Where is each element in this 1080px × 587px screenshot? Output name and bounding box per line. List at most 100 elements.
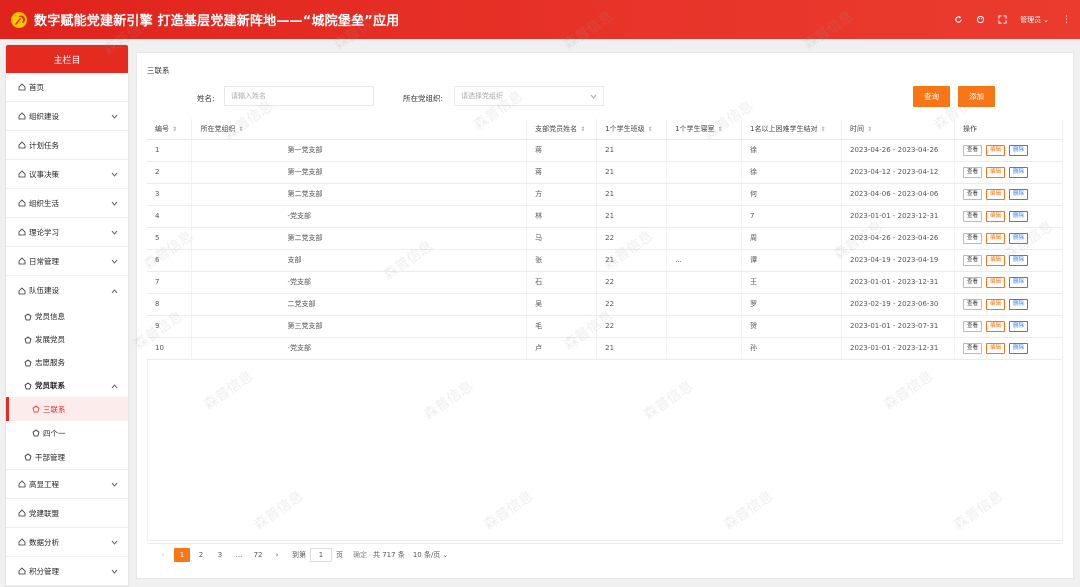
edit-button[interactable]: 编辑: [986, 298, 1006, 310]
sidebar-afteritem-4[interactable]: 积分管理: [6, 557, 128, 586]
sidebar-afteritem-2[interactable]: 党建联盟: [6, 499, 128, 528]
chevron-down-icon: [110, 170, 119, 179]
sort-icon[interactable]: ⇕: [718, 126, 723, 133]
sidebar-afteritem-0[interactable]: 干部管理: [6, 445, 128, 470]
sidebar-subitem-0[interactable]: 党员信息: [6, 305, 128, 328]
sidebar-subitem-1[interactable]: 发展党员: [6, 328, 128, 351]
sidebar-subsubitem-0[interactable]: 三联系: [6, 397, 128, 421]
page-number[interactable]: 72: [250, 548, 266, 562]
nav-label: 干部管理: [35, 452, 65, 462]
column-header[interactable]: 1名以上困难学生结对 ⇕: [741, 119, 843, 140]
delete-button[interactable]: 删除: [1009, 342, 1029, 354]
delete-button[interactable]: 删除: [1009, 298, 1029, 310]
page-number[interactable]: 2: [193, 548, 209, 562]
edit-button[interactable]: 编辑: [986, 320, 1006, 332]
add-button[interactable]: 添加: [958, 86, 995, 107]
cell-actions: 查看 编辑 删除: [954, 161, 1064, 184]
sidebar-item-2[interactable]: 计划任务: [6, 131, 128, 160]
column-header[interactable]: 支部党员姓名 ⇕: [526, 119, 598, 140]
sidebar-item-5[interactable]: 理论学习: [6, 218, 128, 247]
edit-button[interactable]: 编辑: [986, 276, 1006, 288]
view-button[interactable]: 查看: [962, 320, 982, 332]
sort-icon[interactable]: ⇕: [867, 126, 872, 133]
sidebar-item-7[interactable]: 队伍建设: [6, 276, 128, 305]
view-button[interactable]: 查看: [962, 166, 982, 178]
view-button[interactable]: 查看: [962, 342, 982, 354]
org-select[interactable]: 请选择党组织: [454, 86, 604, 106]
delete-button[interactable]: 删除: [1009, 320, 1029, 332]
refresh-icon[interactable]: [954, 15, 963, 24]
pagination: ‹ 1 2 3... 72 › 到第 1 页 确定 共 717 条 10 条/页 ⌄: [147, 543, 1063, 565]
cell-actions: 查看 编辑 删除: [954, 227, 1064, 250]
delete-button[interactable]: 删除: [1009, 276, 1029, 288]
cell-name: 石: [526, 271, 598, 294]
view-button[interactable]: 查看: [962, 144, 982, 156]
view-button[interactable]: 查看: [962, 276, 982, 288]
goto-confirm-button[interactable]: 确定: [353, 550, 367, 560]
delete-button[interactable]: 删除: [1009, 210, 1029, 222]
sidebar-afteritem-3[interactable]: 数据分析: [6, 528, 128, 557]
sort-icon[interactable]: ⇕: [172, 126, 177, 133]
page-size-select[interactable]: 10 条/页 ⌄: [413, 550, 448, 560]
sidebar-item-3[interactable]: 议事决策: [6, 160, 128, 189]
view-button[interactable]: 查看: [962, 298, 982, 310]
sort-icon[interactable]: ⇕: [648, 126, 653, 133]
sidebar-item-6[interactable]: 日常管理: [6, 247, 128, 276]
prev-page-icon[interactable]: ‹: [155, 548, 171, 562]
nav-label: 发展党员: [35, 335, 65, 344]
column-header[interactable]: 时间 ⇕: [841, 119, 955, 140]
fullscreen-icon[interactable]: [998, 15, 1007, 24]
column-header-label: 1名以上困难学生结对: [750, 124, 818, 133]
view-button[interactable]: 查看: [962, 188, 982, 200]
view-button[interactable]: 查看: [962, 254, 982, 266]
view-button[interactable]: 查看: [962, 210, 982, 222]
column-header-label: 1个学生班级: [605, 124, 645, 133]
sidebar-item-0[interactable]: 首页: [6, 73, 128, 102]
column-header[interactable]: 编号 ⇕: [147, 119, 193, 140]
chevron-down-icon: [110, 112, 119, 121]
delete-button[interactable]: 删除: [1009, 144, 1029, 156]
delete-button[interactable]: 删除: [1009, 166, 1029, 178]
delete-button[interactable]: 删除: [1009, 254, 1029, 266]
column-header[interactable]: 1个学生班级 ⇕: [596, 119, 668, 140]
sort-icon[interactable]: ⇕: [238, 126, 243, 133]
column-header[interactable]: 所在党组织 ⇕: [191, 119, 528, 140]
view-button[interactable]: 查看: [962, 232, 982, 244]
sidebar-afteritem-1[interactable]: 高显工程: [6, 470, 128, 499]
sidebar-item-1[interactable]: 组织建设: [6, 102, 128, 131]
delete-button[interactable]: 删除: [1009, 232, 1029, 244]
page-number[interactable]: 3: [212, 548, 228, 562]
column-header[interactable]: 1个学生寝室 ⇕: [666, 119, 743, 140]
edit-button[interactable]: 编辑: [986, 144, 1006, 156]
cell-no: 6: [147, 249, 193, 272]
sort-icon[interactable]: ⇕: [821, 126, 826, 133]
next-page-icon[interactable]: ›: [269, 548, 285, 562]
search-button[interactable]: 查询: [913, 86, 950, 107]
cell-org: -党支部: [191, 271, 528, 294]
edit-button[interactable]: 编辑: [986, 232, 1006, 244]
name-input[interactable]: 请输入姓名: [224, 86, 374, 106]
user-menu[interactable]: 管理员 ⌄: [1020, 15, 1049, 25]
more-icon[interactable]: ⋮: [1062, 15, 1071, 25]
edit-button[interactable]: 编辑: [986, 254, 1006, 266]
name-label: 姓名:: [197, 94, 215, 103]
home-icon: [18, 286, 26, 295]
pentagon-icon: [24, 336, 32, 344]
page-size-value: 10 条/页: [412, 550, 441, 559]
edit-button[interactable]: 编辑: [986, 166, 1006, 178]
delete-button[interactable]: 删除: [1009, 188, 1029, 200]
theme-icon[interactable]: [976, 15, 985, 24]
edit-button[interactable]: 编辑: [986, 210, 1006, 222]
table-row: 3 第二党支部方 21 何 2023-04-06 - 2023-04-06 查看 编辑 删除: [147, 183, 1064, 206]
sort-icon[interactable]: ⇕: [580, 126, 585, 133]
page-number[interactable]: 1: [174, 547, 190, 562]
sidebar-item-4[interactable]: 组织生活: [6, 189, 128, 218]
cell-cls: 21: [596, 139, 668, 162]
edit-button[interactable]: 编辑: [986, 188, 1006, 200]
goto-page-input[interactable]: 1: [310, 547, 332, 562]
sidebar-subitem-3[interactable]: 党员联系: [6, 374, 128, 397]
edit-button[interactable]: 编辑: [986, 342, 1006, 354]
table-row: 8 二党支部吴 22 罗 2023-02-19 - 2023-06-30 查看 编辑 删除: [147, 293, 1064, 316]
sidebar-subsubitem-1[interactable]: 四个一: [6, 421, 128, 445]
sidebar-subitem-2[interactable]: 志愿服务: [6, 351, 128, 374]
